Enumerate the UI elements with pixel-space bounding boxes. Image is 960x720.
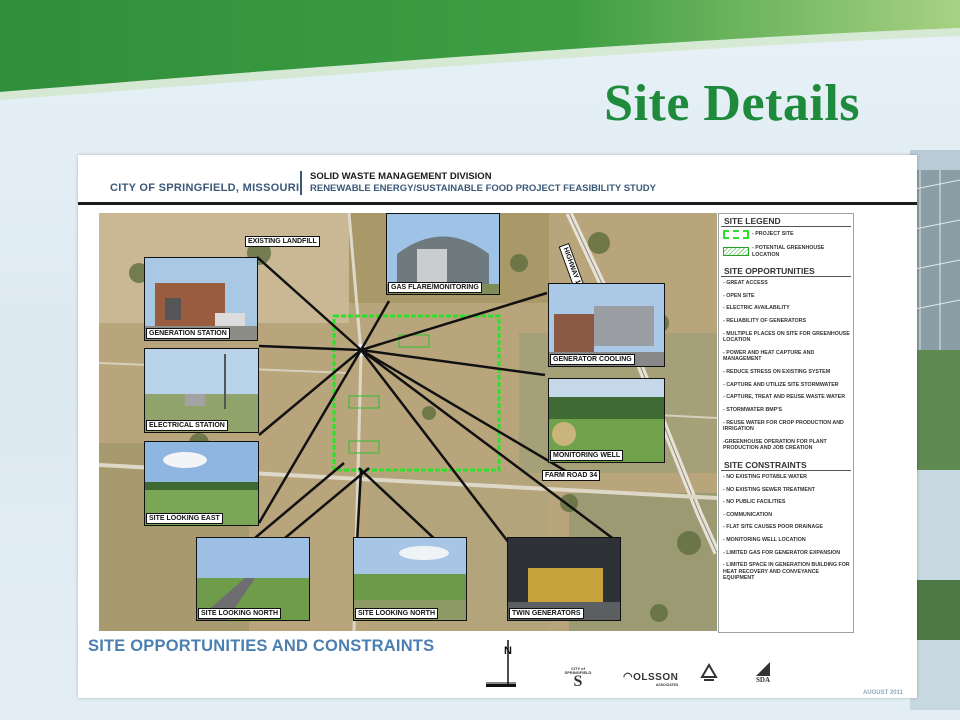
olsson-logo: ◠OLSSON ASSOCIATES: [623, 671, 679, 687]
list-item: - MULTIPLE PLACES ON SITE FOR GREENHOUSE…: [723, 330, 850, 344]
photo-twin-generators: TWIN GENERATORS: [507, 537, 621, 621]
poster-city: CITY OF SPRINGFIELD, MISSOURI: [110, 182, 300, 194]
list-item: - RELIABILITY OF GENERATORS: [723, 318, 806, 325]
photo-caption: GAS FLARE/MONITORING: [388, 282, 482, 293]
list-item: - NO EXISTING SEWER TREATMENT: [723, 486, 816, 493]
photo-site-looking-east: SITE LOOKING EAST: [144, 441, 259, 526]
list-item: - FLAT SITE CAUSES POOR DRAINAGE: [723, 524, 823, 531]
north-arrow-icon: N: [478, 635, 518, 695]
photo-electrical-station: ELECTRICAL STATION: [144, 348, 259, 433]
site-legend-heading: SITE LEGEND: [721, 214, 851, 227]
list-item: - OPEN SITE: [723, 292, 755, 299]
greenhouse-swatch: [723, 247, 749, 257]
farm-road-label: FARM ROAD 34: [542, 470, 601, 481]
photo-caption: GENERATION STATION: [146, 328, 230, 339]
photo-caption: ELECTRICAL STATION: [146, 420, 228, 431]
legend-greenhouse: - POTENTIAL GREENHOUSE LOCATION: [723, 245, 849, 258]
poster-date: AUGUST 2011: [862, 690, 903, 696]
photo-caption: SITE LOOKING NORTH: [198, 608, 281, 619]
list-item: - COMMUNICATION: [723, 511, 773, 518]
list-item: - GREAT ACCESS: [723, 280, 768, 287]
header-divider: [300, 171, 302, 195]
photo-caption: SITE LOOKING NORTH: [355, 608, 438, 619]
list-item: - REUSE WATER FOR CROP PRODUCTION AND IR…: [723, 419, 844, 433]
photo-caption: GENERATOR COOLING: [550, 354, 635, 365]
list-item: - POWER AND HEAT CAPTURE AND MANAGEMENT: [723, 349, 815, 363]
legend-greenhouse-label: - POTENTIAL GREENHOUSE LOCATION: [752, 245, 825, 258]
site-legend-panel: SITE LEGEND - PROJECT SITE - POTENTIAL G…: [718, 213, 854, 633]
opportunities-heading: SITE OPPORTUNITIES: [721, 264, 851, 278]
list-item: - REDUCE STRESS ON EXISTING SYSTEM: [723, 369, 831, 376]
legend-project-site: - PROJECT SITE: [723, 230, 849, 239]
list-item: - LIMITED SPACE IN GENERATION BUILDING F…: [723, 562, 850, 582]
list-item: - STORMWATER BMP'S: [723, 406, 783, 413]
list-item: -GREENHOUSE OPERATION FOR PLANT PRODUCTI…: [723, 438, 827, 452]
photo-caption: MONITORING WELL: [550, 450, 624, 461]
greenhouse-photo: [910, 150, 960, 710]
project-site-swatch: [723, 230, 749, 239]
photo-generation-station: GENERATION STATION: [144, 257, 258, 341]
sda-logo-text: SDA: [756, 676, 771, 684]
photo-caption: SITE LOOKING EAST: [146, 513, 223, 524]
list-item: - MONITORING WELL LOCATION: [723, 537, 806, 544]
aerial-map: EXISTING LANDFILL HIGHWAY 13 FARM ROAD 3…: [99, 213, 717, 631]
photo-site-looking-north-2: SITE LOOKING NORTH: [353, 537, 467, 621]
olsson-logo-sub: ASSOCIATES: [655, 683, 679, 687]
springfield-logo: CITY of SPRINGFIELD S: [564, 666, 592, 690]
list-item: - NO EXISTING POTABLE WATER: [723, 473, 807, 480]
poster-study: RENEWABLE ENERGY/SUSTAINABLE FOOD PROJEC…: [310, 183, 656, 194]
footer-title: SITE OPPORTUNITIES AND CONSTRAINTS: [88, 637, 435, 655]
legend-project-site-label: - PROJECT SITE: [752, 231, 794, 238]
site-poster: CITY OF SPRINGFIELD, MISSOURI SOLID WAST…: [78, 155, 917, 698]
poster-division: SOLID WASTE MANAGEMENT DIVISION: [310, 171, 492, 182]
photo-site-looking-north-1: SITE LOOKING NORTH: [196, 537, 310, 621]
photo-gas-flare: GAS FLARE/MONITORING: [386, 213, 500, 295]
photo-monitoring-well: MONITORING WELL: [548, 378, 665, 463]
list-item: - ELECTRIC AVAILABILITY: [723, 305, 790, 312]
existing-landfill-label: EXISTING LANDFILL: [245, 236, 320, 247]
constraints-list: - NO EXISTING POTABLE WATER - NO EXISTIN…: [719, 474, 853, 582]
list-item: - LIMITED GAS FOR GENERATOR EXPANSION: [723, 549, 841, 556]
photo-generator-cooling: GENERATOR COOLING: [548, 283, 665, 367]
constraints-heading: SITE CONSTRAINTS: [721, 458, 851, 471]
list-item: - CAPTURE, TREAT AND REUSE WASTE WATER: [723, 394, 846, 401]
photo-caption: TWIN GENERATORS: [509, 608, 584, 619]
slide-title: Site Details: [604, 75, 860, 132]
header-rule: [78, 202, 917, 205]
sda-logo: SDA: [756, 662, 770, 684]
opportunities-list: - GREAT ACCESS - OPEN SITE - ELECTRIC AV…: [719, 280, 853, 452]
olsson-logo-text: OLSSON: [633, 672, 679, 683]
recycle-logo-icon: [700, 663, 718, 685]
list-item: - NO PUBLIC FACILITIES: [723, 499, 786, 506]
list-item: - CAPTURE AND UTILIZE SITE STORMWATER: [723, 381, 839, 388]
